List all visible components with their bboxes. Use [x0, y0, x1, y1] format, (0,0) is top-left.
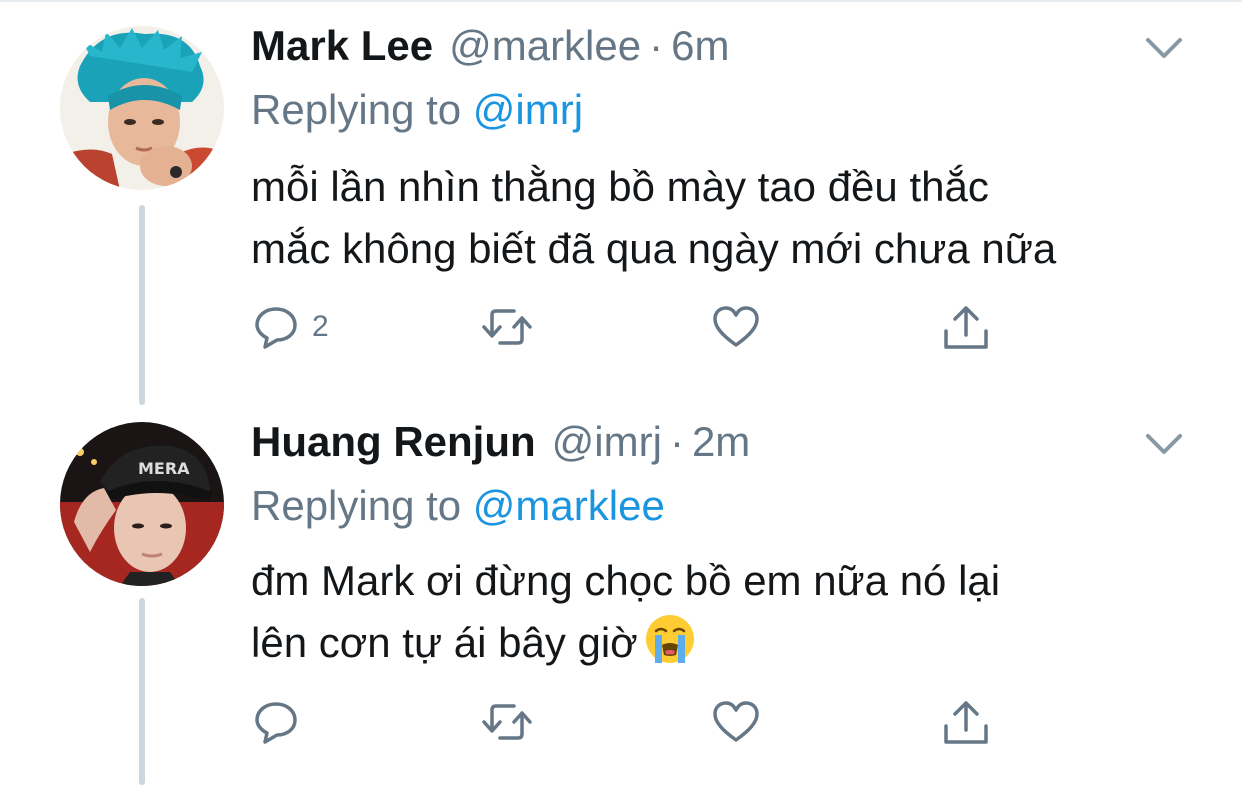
tweet-actions: [254, 700, 1014, 750]
tweet-header: Huang Renjun @imrj · 2m: [251, 418, 750, 474]
retweet-icon: [482, 704, 532, 740]
tweet-actions: 2: [254, 305, 1014, 355]
timestamp[interactable]: 6m: [671, 22, 729, 70]
tweet-text: đm Mark ơi đừng chọc bồ em nữa nó lại lê…: [251, 550, 1211, 674]
tweet-text-line: đm Mark ơi đừng chọc bồ em nữa nó lại: [251, 557, 1001, 604]
replying-to-label: Replying to: [251, 86, 462, 133]
separator-dot: ·: [669, 418, 684, 465]
replying-to-label: Replying to: [251, 482, 462, 529]
user-handle[interactable]: @marklee: [449, 22, 641, 70]
tweet-header: Mark Lee @marklee · 6m: [251, 22, 729, 78]
retweet-icon: [482, 309, 532, 345]
tweet-text-line: lên cơn tự ái bây giờ: [251, 619, 638, 666]
replying-to: Replying to @imrj: [251, 86, 583, 134]
user-handle[interactable]: @imrj: [552, 418, 662, 466]
tweet-mark-lee[interactable]: Mark Lee @marklee · 6m Replying to @imrj…: [0, 0, 1242, 405]
reply-icon: [255, 702, 297, 744]
like-button[interactable]: [712, 700, 760, 744]
retweet-button[interactable]: [480, 700, 534, 744]
tweet-text-line: mắc không biết đã qua ngày mới chưa nữa: [251, 225, 1057, 272]
share-icon: [944, 701, 988, 744]
like-icon: [713, 306, 759, 347]
chevron-down-icon[interactable]: [1144, 36, 1184, 60]
reply-button[interactable]: 2: [254, 305, 329, 349]
reply-button[interactable]: [254, 700, 298, 744]
like-button[interactable]: [712, 305, 760, 349]
reply-icon: [255, 307, 297, 349]
reply-count: 2: [312, 310, 329, 343]
loudly-crying-face-emoji-icon: [645, 615, 694, 663]
share-button[interactable]: [942, 700, 990, 746]
avatar-photo: MERA: [60, 422, 224, 586]
thread-connector: [139, 598, 145, 785]
share-button[interactable]: [942, 305, 990, 351]
tweet-huang-renjun[interactable]: MERA Huang Renjun @imrj · 2m Replying to…: [0, 400, 1242, 785]
retweet-button[interactable]: [480, 305, 534, 349]
replying-to: Replying to @marklee: [251, 482, 665, 530]
svg-text:MERA: MERA: [138, 459, 190, 478]
tweet-text-line-with-emoji: lên cơn tự ái bây giờ: [251, 612, 1211, 674]
timestamp[interactable]: 2m: [692, 418, 750, 466]
avatar-photo: [60, 26, 224, 190]
tweet-text: mỗi lần nhìn thằng bồ mày tao đều thắc m…: [251, 156, 1211, 280]
thread-connector: [139, 205, 145, 405]
like-icon: [713, 701, 759, 742]
display-name[interactable]: Mark Lee: [251, 22, 433, 70]
replying-to-mention[interactable]: @marklee: [473, 482, 665, 529]
tweet-text-line: mỗi lần nhìn thằng bồ mày tao đều thắc: [251, 163, 989, 210]
replying-to-mention[interactable]: @imrj: [473, 86, 583, 133]
avatar[interactable]: MERA: [60, 422, 224, 586]
share-icon: [944, 306, 988, 349]
chevron-down-icon[interactable]: [1144, 432, 1184, 456]
separator-dot: ·: [649, 22, 664, 69]
display-name[interactable]: Huang Renjun: [251, 418, 536, 466]
avatar[interactable]: [60, 26, 224, 190]
